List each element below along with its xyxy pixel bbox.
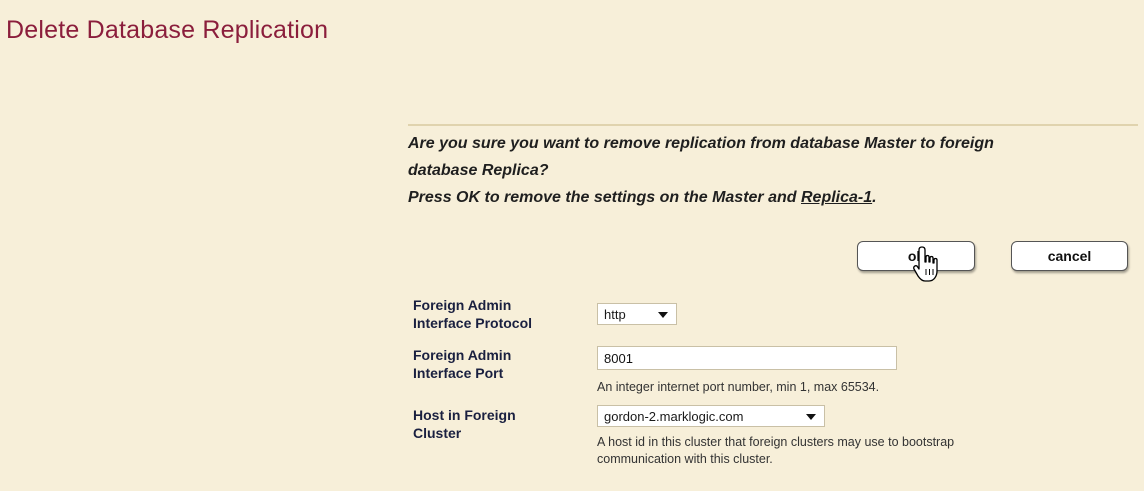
replica-link[interactable]: Replica-1	[801, 189, 872, 206]
confirm-line-1: Are you sure you want to remove replicat…	[408, 135, 994, 152]
port-label-line-1: Foreign Admin	[413, 347, 512, 363]
host-select[interactable]: gordon-2.marklogic.com	[597, 405, 825, 427]
host-label-line-1: Host in Foreign	[413, 407, 516, 423]
protocol-label-line-1: Foreign Admin	[413, 297, 512, 313]
port-label: Foreign Admin Interface Port	[413, 346, 511, 382]
port-hint: An integer internet port number, min 1, …	[597, 380, 880, 394]
confirm-line-3-prefix: Press OK to remove the settings on the M…	[408, 189, 801, 206]
confirmation-message: Are you sure you want to remove replicat…	[408, 124, 1138, 211]
cancel-button[interactable]: cancel	[1011, 241, 1128, 271]
host-hint-line-1: A host id in this cluster that foreign c…	[597, 435, 955, 449]
host-select-value: gordon-2.marklogic.com	[604, 408, 744, 424]
confirm-line-3: Press OK to remove the settings on the M…	[408, 184, 1138, 211]
hand-pointer-icon	[913, 246, 938, 282]
chevron-down-icon	[658, 312, 668, 318]
host-hint: A host id in this cluster that foreign c…	[597, 434, 954, 468]
protocol-select[interactable]: http	[597, 303, 677, 325]
host-label: Host in Foreign Cluster	[413, 406, 516, 442]
protocol-select-value: http	[604, 306, 626, 322]
host-hint-line-2: communication with this cluster.	[597, 452, 773, 466]
chevron-down-icon	[806, 414, 816, 420]
confirm-line-2: database Replica?	[408, 162, 549, 179]
port-label-line-2: Interface Port	[413, 365, 504, 381]
page-title: Delete Database Replication	[6, 16, 329, 44]
protocol-label-line-2: Interface Protocol	[413, 315, 533, 331]
host-label-line-2: Cluster	[413, 425, 462, 441]
port-input[interactable]	[597, 346, 897, 370]
cancel-button-label: cancel	[1047, 248, 1092, 264]
confirm-line-3-suffix: .	[872, 189, 877, 206]
protocol-label: Foreign Admin Interface Protocol	[413, 296, 532, 332]
